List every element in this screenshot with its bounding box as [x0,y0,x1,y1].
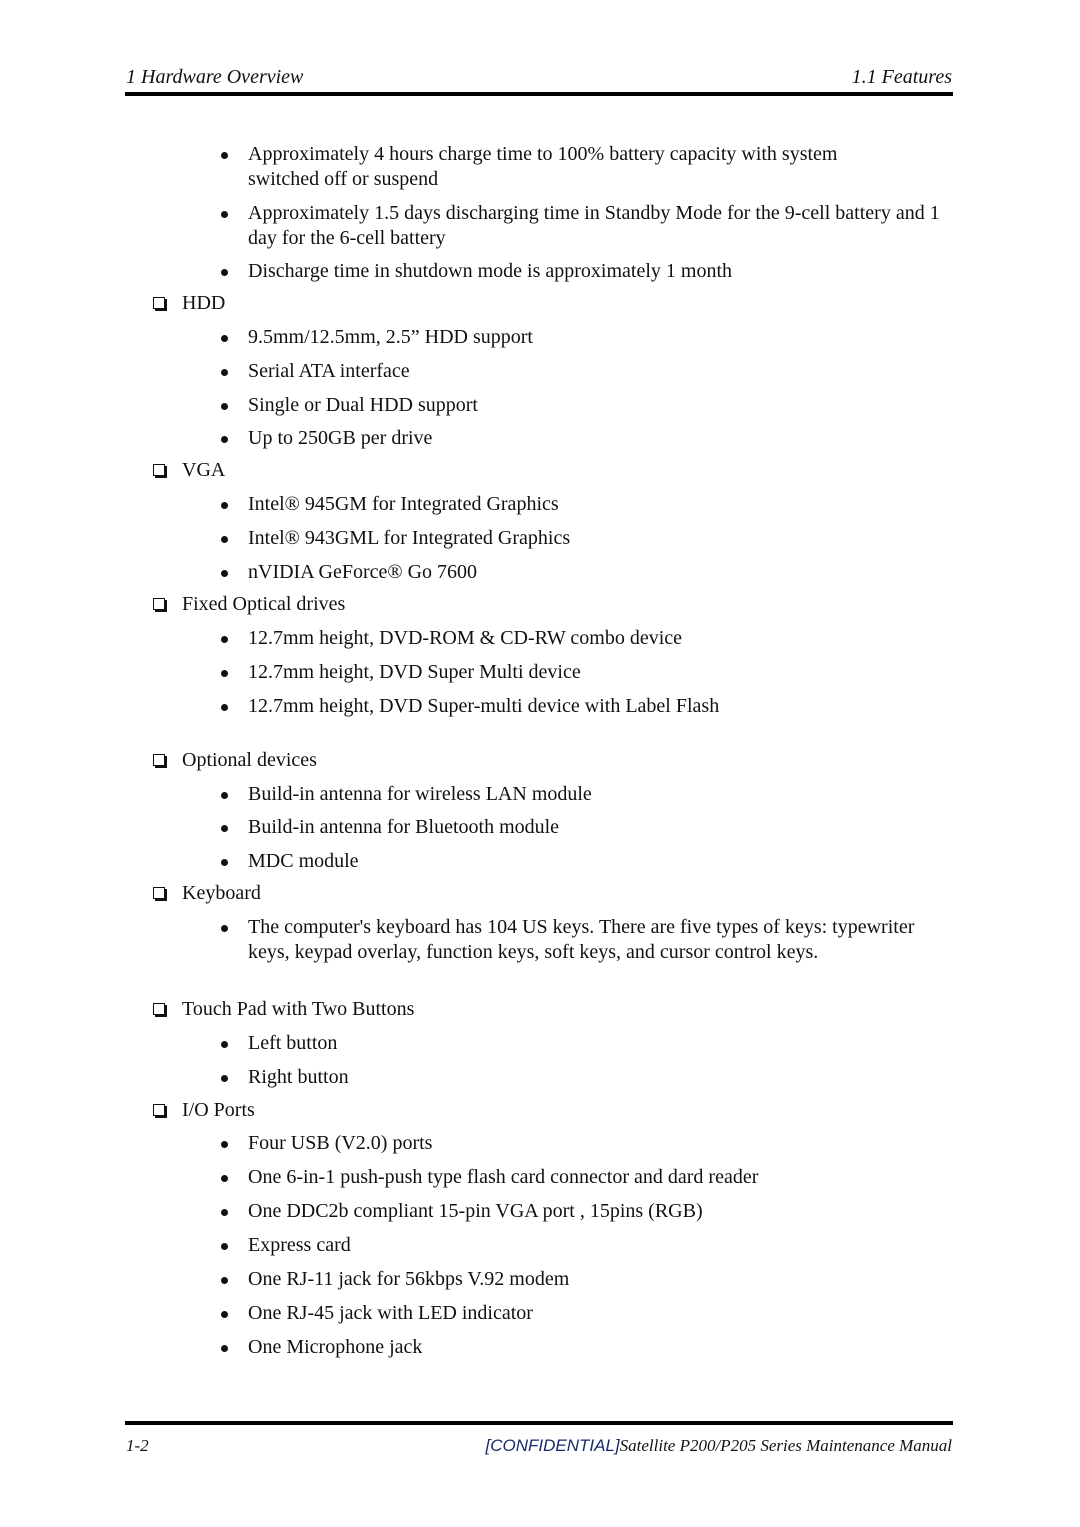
checkbox-icon [153,297,165,309]
page-header: 1 Hardware Overview 1.1 Features [126,64,952,94]
manual-title: Satellite P200/P205 Series Maintenance M… [619,1436,952,1455]
footer-rule [125,1421,953,1425]
checkbox-icon [153,754,165,766]
checkbox-icon [153,598,165,610]
checkbox-icon [153,887,165,899]
confidential-label: [CONFIDENTIAL] [485,1436,620,1455]
chapter-title: 1 Hardware Overview [126,66,304,88]
page-number: 1-2 [126,1436,149,1455]
checkbox-icon [153,464,165,476]
checkbox-icon [153,1104,165,1116]
header-rule [125,92,953,96]
checkbox-icon [153,1003,165,1015]
section-title: 1.1 Features [851,66,952,88]
footer-title: [CONFIDENTIAL]Satellite P200/P205 Series… [486,1436,953,1456]
page-footer: 1-2 [CONFIDENTIAL]Satellite P200/P205 Se… [126,1436,952,1460]
